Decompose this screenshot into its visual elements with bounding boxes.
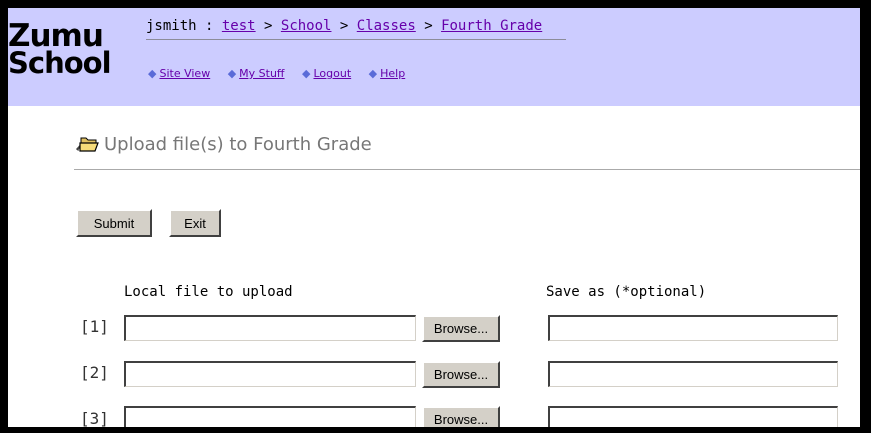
breadcrumb-colon: : [196,18,222,34]
save-as-input[interactable] [548,315,838,341]
save-as-input[interactable] [548,406,838,427]
breadcrumb: jsmith : test > School > Classes > Fourt… [146,18,566,40]
breadcrumb-classes-link[interactable]: Classes [357,18,416,34]
local-file-input[interactable] [124,315,416,341]
diamond-bullet-icon: ◆ [368,67,378,80]
row-index: [2] [80,363,109,382]
page-title: Upload file(s) to Fourth Grade [76,134,372,155]
breadcrumb-user: jsmith [146,18,197,34]
app-window: Zumu School jsmith : test > School > Cla… [0,0,871,433]
local-file-input[interactable] [124,361,416,387]
help-link[interactable]: Help [380,67,405,80]
save-as-header: Save as (*optional) [546,284,707,300]
local-file-header: Local file to upload [124,284,293,300]
breadcrumb-separator: > [255,18,281,34]
breadcrumb-test-link[interactable]: test [222,18,256,34]
diamond-bullet-icon: ◆ [227,67,237,80]
header-bar: Zumu School jsmith : test > School > Cla… [8,8,860,106]
browse-button[interactable]: Browse... [422,315,500,342]
submit-button[interactable]: Submit [76,209,152,237]
diamond-bullet-icon: ◆ [148,67,157,80]
top-nav-links: ◆ Site View ◆ My Stuff ◆ Logout ◆ Help [148,67,419,80]
row-index: [1] [80,317,109,336]
browse-button[interactable]: Browse... [422,361,500,388]
title-divider [74,169,860,170]
open-folder-icon [76,137,99,152]
logo-line-2: School [8,46,112,80]
browse-button[interactable]: Browse... [422,406,500,427]
page-title-text: Upload file(s) to Fourth Grade [104,134,372,155]
site-view-link[interactable]: Site View [159,67,210,80]
save-as-input[interactable] [548,361,838,387]
row-index: [3] [80,409,109,428]
breadcrumb-separator: > [331,18,357,34]
breadcrumb-separator: > [415,18,442,34]
breadcrumb-fourth-grade-link[interactable]: Fourth Grade [441,18,542,34]
logout-link[interactable]: Logout [313,67,351,80]
zumu-school-logo[interactable]: Zumu School [8,20,112,80]
local-file-input[interactable] [124,406,416,427]
exit-button[interactable]: Exit [169,209,221,237]
my-stuff-link[interactable]: My Stuff [239,67,284,80]
breadcrumb-school-link[interactable]: School [281,18,332,34]
diamond-bullet-icon: ◆ [302,67,311,80]
